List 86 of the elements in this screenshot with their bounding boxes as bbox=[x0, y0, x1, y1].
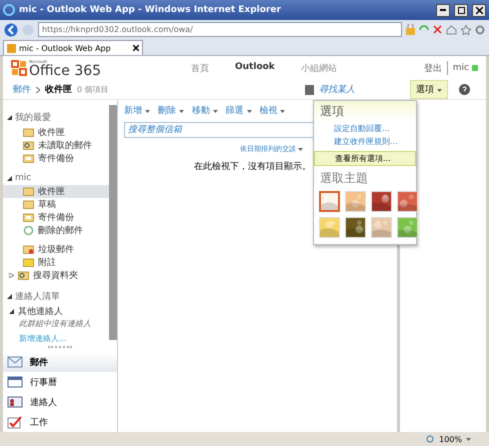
back-button[interactable] bbox=[4, 22, 18, 36]
scrollbar[interactable] bbox=[109, 105, 117, 340]
expanded-arrow-icon[interactable] bbox=[7, 294, 12, 299]
presence-icon bbox=[472, 65, 478, 71]
breadcrumb-link[interactable]: 郵件 bbox=[13, 83, 31, 96]
caret-icon bbox=[246, 110, 252, 113]
caret-icon bbox=[144, 110, 150, 113]
toolbar-menu[interactable]: 移動 bbox=[192, 104, 218, 117]
toolbar-menu[interactable]: 檢視 bbox=[260, 104, 286, 117]
lock-icon bbox=[406, 24, 415, 35]
folder-item[interactable]: 寄件備份 bbox=[3, 152, 109, 165]
folder-icon bbox=[23, 213, 34, 222]
caret-icon bbox=[437, 89, 442, 92]
maximize-icon bbox=[458, 6, 464, 14]
menu-item[interactable]: 查看所有選項... bbox=[314, 151, 416, 166]
folder-item[interactable]: 寄件備份 bbox=[3, 211, 109, 224]
expanded-arrow-icon[interactable] bbox=[9, 309, 14, 314]
options-button[interactable]: 選項 bbox=[410, 80, 448, 99]
caret-icon bbox=[466, 438, 471, 440]
contacts-header[interactable]: 連絡人清單 bbox=[3, 288, 109, 305]
item-count: 0 個項目 bbox=[77, 84, 110, 95]
toolbar-menu[interactable]: 篩選 bbox=[226, 104, 252, 117]
close-tab-icon[interactable] bbox=[133, 45, 139, 51]
nav-link[interactable]: 首頁 bbox=[191, 62, 209, 74]
caret-icon bbox=[298, 148, 303, 151]
help-icon[interactable] bbox=[459, 84, 470, 95]
sign-out-link[interactable]: 登出 bbox=[424, 62, 442, 74]
home-icon[interactable] bbox=[446, 24, 457, 34]
folder-icon bbox=[23, 245, 34, 254]
expanded-arrow-icon[interactable] bbox=[7, 176, 12, 180]
folder-icon bbox=[18, 271, 29, 280]
nav-link[interactable]: 小組網站 bbox=[300, 62, 337, 74]
minimize-button[interactable] bbox=[436, 4, 450, 16]
folder-item[interactable]: 垃圾郵件 bbox=[3, 243, 109, 256]
address-field[interactable]: https://hknprd0302.outlook.com/owa/ bbox=[38, 22, 402, 37]
menu-link[interactable]: 建立收件匣規則... bbox=[314, 135, 416, 148]
calendar-icon bbox=[7, 376, 23, 388]
module-button[interactable]: 郵件 bbox=[3, 352, 117, 372]
minimize-icon bbox=[440, 9, 446, 11]
empty-message: 在此檢視下，沒有項目顯示。 bbox=[194, 160, 311, 173]
toolbar-menu[interactable]: 刪除 bbox=[158, 104, 184, 117]
expanded-arrow-icon[interactable] bbox=[7, 115, 12, 120]
nav-link[interactable]: Outlook bbox=[235, 62, 275, 74]
menu-title: 選項 bbox=[314, 101, 416, 122]
folder-icon bbox=[23, 128, 34, 137]
folder-icon bbox=[23, 154, 34, 163]
contact-group[interactable]: 其他連絡人 bbox=[3, 305, 109, 318]
folder-item[interactable]: 草稿 bbox=[3, 198, 109, 211]
folder-icon bbox=[23, 187, 34, 196]
theme-tile[interactable] bbox=[319, 191, 340, 212]
empty-group-note: 此群組中沒有連絡人 bbox=[18, 318, 92, 329]
contact-card-icon bbox=[7, 396, 23, 408]
star-icon[interactable] bbox=[461, 24, 471, 34]
folder-icon bbox=[23, 200, 34, 209]
zoom-level[interactable]: 100% bbox=[439, 434, 462, 444]
window-title: mic - Outlook Web App - Windows Internet Explorer bbox=[19, 5, 282, 15]
envelope-icon bbox=[7, 356, 23, 368]
folder-item[interactable]: 收件匣 bbox=[3, 126, 109, 139]
caret-icon bbox=[280, 110, 286, 113]
find-people-link[interactable]: 尋找某人 bbox=[319, 83, 356, 96]
office-logo-icon bbox=[11, 60, 27, 76]
url-text: https://hknprd0302.outlook.com/owa/ bbox=[42, 25, 193, 34]
caret-icon bbox=[212, 110, 218, 113]
folder-icon bbox=[23, 141, 34, 150]
folder-item[interactable]: 搜尋資料夾 bbox=[3, 269, 109, 282]
stop-icon[interactable] bbox=[433, 25, 442, 34]
collapsed-arrow-icon[interactable] bbox=[9, 273, 14, 278]
folder-item[interactable]: 收件匣 bbox=[3, 185, 109, 198]
folder-item[interactable]: 未讀取的郵件 bbox=[3, 139, 109, 152]
browser-tab[interactable]: mic - Outlook Web App bbox=[3, 40, 143, 55]
checklist-icon bbox=[7, 416, 23, 428]
user-name[interactable]: mic bbox=[452, 63, 469, 73]
folder-group-header[interactable]: 我的最愛 bbox=[3, 109, 109, 126]
caret-icon bbox=[178, 110, 184, 113]
section-title: 選取主題 bbox=[319, 170, 369, 187]
close-button[interactable] bbox=[472, 4, 486, 16]
note-icon bbox=[23, 258, 34, 267]
folder-group-header[interactable]: mic bbox=[3, 171, 109, 185]
close-icon bbox=[476, 6, 482, 14]
toolbar-menu[interactable]: 新增 bbox=[124, 104, 150, 117]
folder-item[interactable]: 附註 bbox=[3, 256, 109, 269]
chevron-right-icon bbox=[36, 86, 40, 92]
folder-title: 收件匣 bbox=[45, 84, 72, 96]
folder-item[interactable]: 刪除的郵件 bbox=[3, 224, 109, 237]
maximize-button[interactable] bbox=[454, 4, 468, 16]
product-logo: Office 365 bbox=[29, 64, 102, 78]
